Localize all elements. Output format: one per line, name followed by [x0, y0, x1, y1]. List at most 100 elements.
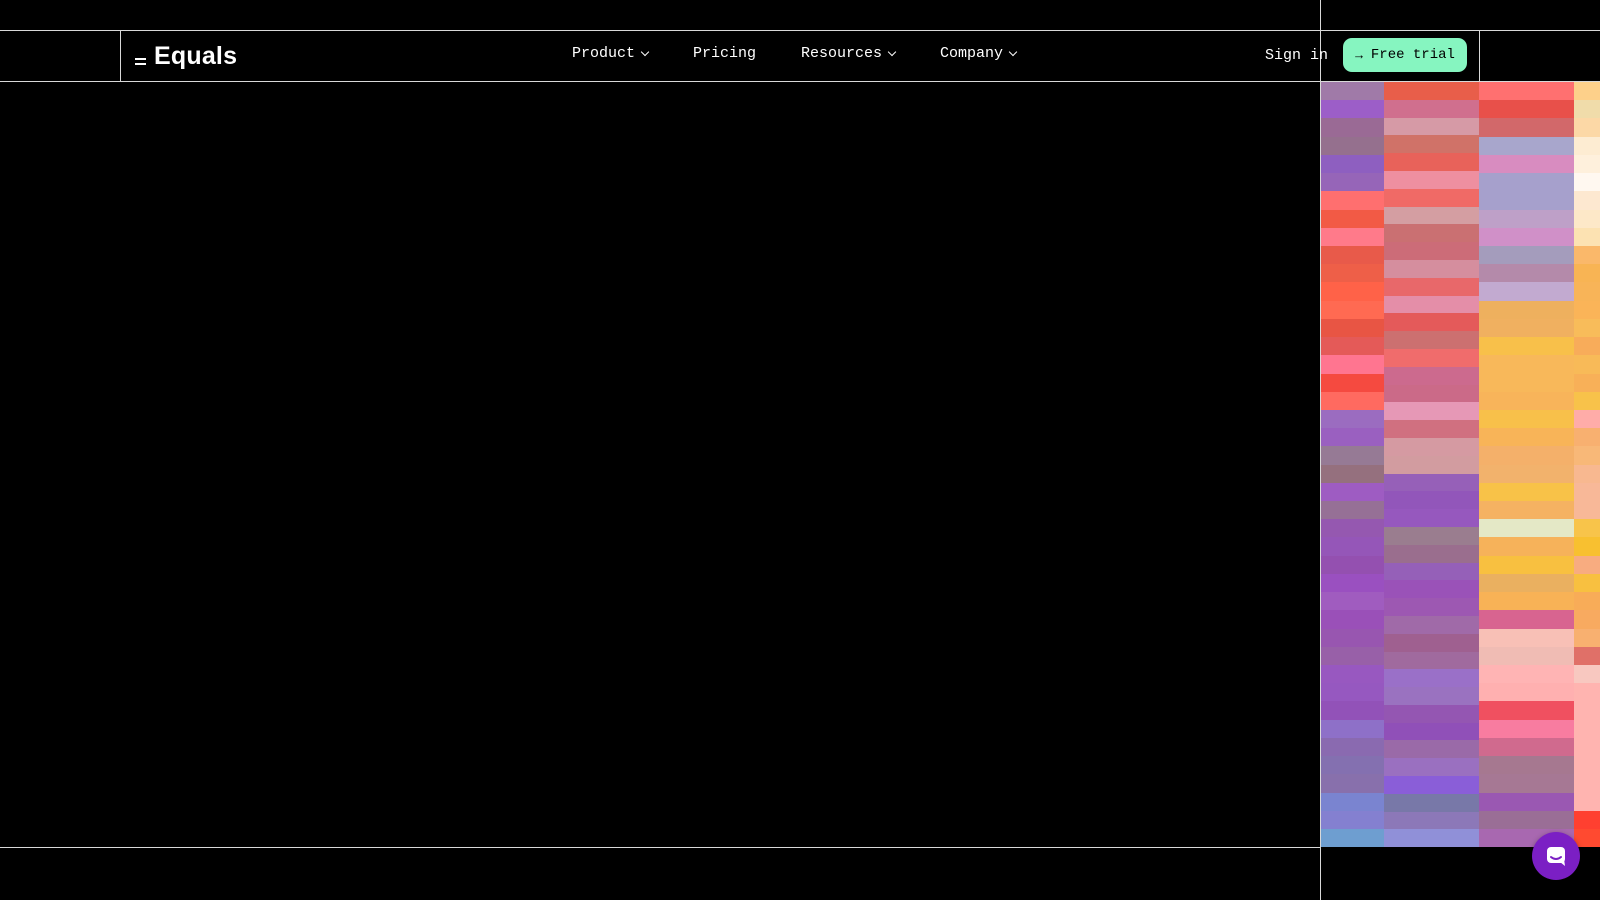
mosaic-cell [1384, 420, 1479, 438]
mosaic-column [1384, 82, 1479, 847]
mosaic-cell [1479, 665, 1574, 684]
mosaic-cell [1384, 135, 1479, 154]
mosaic-cell [1321, 828, 1384, 847]
mosaic-cell [1574, 154, 1600, 174]
mosaic-cell [1384, 170, 1479, 189]
mosaic-cell [1384, 669, 1479, 688]
mosaic-cell [1384, 811, 1479, 830]
mosaic-cell [1479, 118, 1574, 137]
mosaic-cell [1574, 610, 1600, 629]
mosaic-cell [1574, 683, 1600, 702]
mosaic-cell [1384, 722, 1479, 741]
mosaic-cell [1384, 331, 1479, 349]
mosaic-cell [1479, 264, 1574, 283]
chevron-down-icon [640, 47, 650, 56]
mosaic-cell [1321, 628, 1384, 647]
mosaic-cell [1574, 828, 1600, 847]
mosaic-cell [1574, 628, 1600, 647]
mosaic-cell [1321, 428, 1384, 447]
mosaic-cell [1384, 437, 1479, 456]
mosaic-cell [1384, 153, 1479, 171]
mosaic-cell [1574, 191, 1600, 210]
mosaic-cell [1574, 173, 1600, 192]
mosaic-cell [1574, 227, 1600, 246]
mosaic-cell [1384, 117, 1479, 136]
mosaic-cell [1321, 592, 1384, 611]
nav-item-product[interactable]: Product [572, 45, 650, 62]
mosaic-cell [1479, 482, 1574, 502]
mosaic-cell [1574, 373, 1600, 392]
mosaic-cell [1321, 792, 1384, 811]
mosaic-cell [1321, 774, 1384, 793]
mosaic-cell [1384, 615, 1479, 634]
mosaic-cell [1479, 409, 1574, 429]
mosaic-cell [1384, 455, 1479, 474]
chat-icon [1547, 847, 1565, 866]
mosaic-cell [1384, 82, 1479, 100]
nav-item-company[interactable]: Company [940, 45, 1018, 62]
mosaic-cell [1384, 206, 1479, 225]
mosaic-cell [1574, 245, 1600, 265]
mosaic-cell [1574, 719, 1600, 738]
mosaic-cell [1479, 628, 1574, 647]
mosaic-cell [1479, 501, 1574, 520]
mosaic-cell [1321, 573, 1384, 593]
mosaic-cell [1384, 776, 1479, 794]
mosaic-cell [1574, 264, 1600, 283]
mosaic-cell [1321, 209, 1384, 228]
mosaic-cell [1479, 701, 1574, 720]
mosaic-cell [1479, 136, 1574, 155]
mosaic-cell [1384, 491, 1479, 510]
mosaic-cell [1321, 373, 1384, 392]
mosaic-cell [1479, 391, 1574, 410]
nav-item-resources[interactable]: Resources [801, 45, 897, 62]
mosaic-column [1479, 82, 1574, 847]
mosaic-cell [1321, 701, 1384, 720]
mosaic-cell [1384, 704, 1479, 723]
mosaic-cell [1384, 526, 1479, 545]
mosaic-cell [1479, 646, 1574, 665]
mosaic-cell [1574, 136, 1600, 155]
mosaic-cell [1384, 633, 1479, 652]
mosaic-cell [1321, 191, 1384, 210]
mosaic-cell [1574, 701, 1600, 720]
sign-in-link[interactable]: Sign in [1265, 47, 1328, 64]
mosaic-cell [1384, 687, 1479, 705]
mosaic-cell [1479, 810, 1574, 829]
mosaic-cell [1479, 464, 1574, 483]
free-trial-label: Free trial [1370, 47, 1455, 63]
chat-launcher-button[interactable] [1532, 832, 1580, 880]
nav-item-label: Resources [801, 45, 883, 62]
mosaic-cell [1384, 277, 1479, 296]
mosaic-cell [1479, 737, 1574, 757]
mosaic-cell [1479, 154, 1574, 174]
bottom-border-line [0, 847, 1320, 848]
mosaic-cell [1574, 100, 1600, 119]
mosaic-cell [1321, 501, 1384, 520]
mosaic-cell [1321, 355, 1384, 374]
mosaic-cell [1384, 99, 1479, 118]
nav-item-pricing[interactable]: Pricing [693, 45, 756, 62]
mosaic-cell [1384, 509, 1479, 527]
mosaic-cell [1321, 337, 1384, 356]
mosaic-cell [1321, 282, 1384, 301]
mosaic-cell [1574, 756, 1600, 775]
mosaic-cell [1574, 464, 1600, 483]
mosaic-cell [1574, 428, 1600, 447]
mosaic-cell [1321, 665, 1384, 684]
mosaic-cell [1479, 792, 1574, 811]
mosaic-cell [1574, 519, 1600, 538]
top-border-line [0, 30, 1600, 31]
mosaic-cell [1384, 598, 1479, 616]
mosaic-cell [1321, 537, 1384, 556]
mosaic-cell [1574, 355, 1600, 374]
mosaic-cell [1321, 464, 1384, 483]
logo-text: Equals [154, 42, 238, 70]
mosaic-cell [1321, 100, 1384, 119]
mosaic-cell [1321, 756, 1384, 775]
mosaic-column [1321, 82, 1384, 847]
mosaic-cell [1384, 366, 1479, 385]
free-trial-button[interactable]: → Free trial [1343, 38, 1467, 72]
mosaic-cell [1479, 282, 1574, 301]
equals-logo[interactable]: Equals [135, 42, 237, 71]
